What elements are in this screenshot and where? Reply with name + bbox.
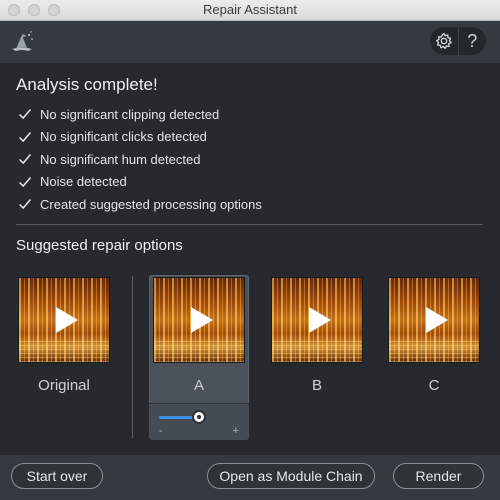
render-button[interactable]: Render (393, 463, 484, 489)
settings-button[interactable] (430, 27, 458, 55)
options-separator (132, 276, 133, 438)
checkmark-icon (18, 154, 32, 165)
spectrogram-thumbnail[interactable] (388, 277, 480, 363)
slider-min-label: - (159, 425, 163, 437)
analysis-result-item: Created suggested processing options (18, 193, 262, 216)
option-b: B (269, 277, 365, 394)
spectrogram-thumbnail[interactable] (153, 277, 245, 363)
analysis-result-item: No significant clipping detected (18, 103, 262, 126)
footer-bar: Start over Open as Module Chain Render (0, 455, 500, 500)
analysis-result-text: No significant hum detected (40, 151, 201, 167)
analysis-result-item: No significant hum detected (18, 148, 262, 171)
header-button-group: ? (430, 27, 486, 55)
repair-assistant-window: Repair Assistant ? Analysis complete! No… (0, 0, 500, 500)
open-module-chain-button[interactable]: Open as Module Chain (207, 463, 375, 489)
analysis-result-item: Noise detected (18, 171, 262, 194)
analysis-result-text: Created suggested processing options (40, 196, 262, 212)
header-toolbar: ? (0, 21, 500, 63)
window-title: Repair Assistant (203, 2, 297, 17)
play-icon (426, 307, 448, 333)
option-label: C (428, 377, 440, 394)
section-divider (16, 224, 483, 225)
spectrogram-thumbnail[interactable] (271, 277, 363, 363)
play-icon (191, 307, 213, 333)
analysis-result-item: No significant clicks detected (18, 126, 262, 149)
analysis-result-text: No significant clipping detected (40, 106, 220, 122)
checkmark-icon (18, 176, 32, 187)
option-original: Original (16, 277, 112, 394)
main-panel: Analysis complete! No significant clippi… (0, 63, 500, 455)
strength-slider-panel: - + (149, 403, 249, 440)
analysis-title: Analysis complete! (16, 75, 158, 94)
play-icon (309, 307, 331, 333)
analysis-results-list: No significant clipping detected No sign… (18, 103, 262, 216)
play-icon (56, 307, 78, 333)
slider-max-label: + (232, 425, 239, 437)
title-bar: Repair Assistant (0, 0, 500, 21)
start-over-button[interactable]: Start over (11, 463, 103, 489)
option-a: A (151, 277, 247, 394)
checkmark-icon (18, 109, 32, 120)
wizard-hat-icon (12, 31, 33, 51)
checkmark-icon (18, 131, 32, 142)
suggested-options-title: Suggested repair options (16, 237, 183, 254)
checkmark-icon (18, 199, 32, 210)
analysis-result-text: No significant clicks detected (40, 129, 207, 145)
gear-icon (435, 32, 452, 50)
option-label: Original (38, 377, 90, 394)
strength-slider-knob[interactable] (192, 410, 206, 424)
spectrogram-thumbnail[interactable] (18, 277, 110, 363)
help-button[interactable]: ? (457, 27, 487, 55)
option-label: B (311, 377, 322, 394)
option-label: A (193, 377, 204, 394)
analysis-result-text: Noise detected (40, 174, 127, 190)
option-c: C (386, 277, 482, 394)
